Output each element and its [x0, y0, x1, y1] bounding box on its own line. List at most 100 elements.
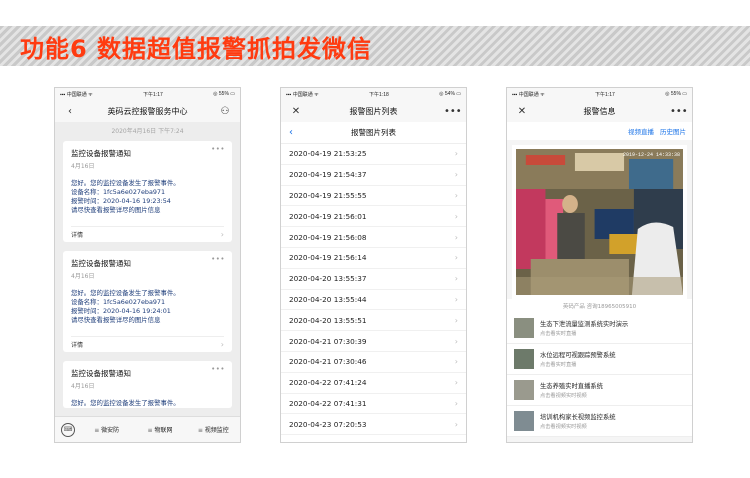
alarm-time: 2020-04-19 21:54:37	[289, 170, 367, 180]
alarm-time: 2020-04-20 13:55:37	[289, 274, 367, 284]
keyboard-icon[interactable]: ⌨	[61, 422, 75, 437]
list-item[interactable]: 2020-04-20 13:55:51 ›	[281, 310, 466, 332]
list-item[interactable]: 2020-04-19 21:53:25 ›	[281, 144, 466, 165]
alarm-time: 2020-04-19 21:53:25	[289, 149, 367, 159]
card-line: 您好。您的监控设备发生了报警事件。	[71, 289, 180, 297]
card-line: 设备名称：1fc5a6e027eba971	[71, 298, 166, 306]
card-title: 监控设备报警通知	[71, 259, 131, 268]
card-line: 您好。您的监控设备发生了报警事件。	[71, 179, 180, 187]
tab-item[interactable]: 视频监控	[187, 425, 240, 434]
card-line: 报警时间：2020-04-16 19:24:01	[71, 307, 171, 315]
alarm-time: 2020-04-21 07:30:39	[289, 336, 367, 346]
nav-bar: ✕ 报警图片列表 •••	[281, 100, 466, 122]
list-item[interactable]: 2020-04-19 21:56:08 ›	[281, 227, 466, 248]
nav-bar: ‹ 英码云控报警服务中心 ⚇	[55, 100, 240, 122]
card-line: 您好。您的监控设备发生了报警事件。	[71, 399, 180, 407]
system-thumbnail	[514, 318, 534, 338]
chevron-right-icon: ›	[454, 170, 458, 180]
system-list-item[interactable]: 生态养殖实时直播系统 点击看视频实时视频	[507, 375, 692, 406]
more-icon[interactable]: •••	[211, 255, 225, 263]
system-list-item[interactable]: 水位远程可视跟踪预警系统 点击看实时直播	[507, 344, 692, 375]
list-title: 报警图片列表	[351, 128, 396, 137]
live-video-link[interactable]: 视频直播	[628, 126, 654, 136]
chevron-right-icon: ›	[454, 336, 458, 346]
sub-header: ‹ 报警图片列表	[281, 122, 466, 144]
chevron-right-icon: ›	[454, 378, 458, 388]
more-icon[interactable]: •••	[211, 145, 225, 153]
alarm-photo[interactable]: 2019-12-24 14:33:38	[516, 149, 683, 295]
card-date: 4月16日	[71, 383, 95, 390]
list-item[interactable]: 2020-04-22 07:41:24 ›	[281, 373, 466, 394]
alarm-time: 2020-04-22 07:41:31	[289, 398, 367, 408]
carrier-text: ▪▪▪ 中国联通 ᯤ	[60, 91, 93, 98]
chevron-right-icon: ›	[220, 230, 224, 239]
chevron-right-icon: ›	[454, 190, 458, 200]
alarm-time: 2020-04-19 21:55:55	[289, 190, 367, 200]
alarm-time: 2020-04-19 21:56:08	[289, 232, 367, 242]
history-pictures-link[interactable]: 历史图片	[660, 126, 686, 136]
alarm-time: 2020-04-21 07:30:46	[289, 357, 367, 367]
message-card[interactable]: 监控设备报警通知 ••• 4月16日您好。您的监控设备发生了报警事件。	[63, 361, 232, 408]
user-icon[interactable]: ⚇	[218, 106, 232, 117]
photo-caption: 英码产品 咨询18965005910	[507, 299, 692, 313]
details-link[interactable]: 详情 ›	[71, 336, 224, 352]
photo-timestamp: 2019-12-24 14:33:38	[622, 152, 680, 158]
action-links: 视频直播 历史图片	[507, 122, 692, 140]
card-line: 报警时间：2020-04-16 19:23:54	[71, 197, 171, 205]
card-line: 请尽快查看报警详尽的图片信息	[71, 206, 161, 214]
phone-wechat-messages: ▪▪▪ 中国联通 ᯤ 下午1:17 ◎ 55% ▭ ‹ 英码云控报警服务中心 ⚇…	[54, 87, 241, 443]
status-bar: ▪▪▪ 中国联通 ᯤ 下午1:17 ◎ 55% ▭	[55, 88, 240, 100]
chevron-right-icon: ›	[454, 398, 458, 408]
list-item[interactable]: 2020-04-23 07:20:53 ›	[281, 414, 466, 436]
status-time: 下午1:18	[369, 91, 389, 98]
alarm-time: 2020-04-20 13:55:44	[289, 294, 367, 304]
details-link[interactable]: 详情 ›	[71, 226, 224, 242]
list-item[interactable]: 2020-04-19 21:55:55 ›	[281, 186, 466, 207]
list-item[interactable]: 2020-04-24 07:33:15 ›	[281, 435, 466, 442]
alarm-photo-frame: 2019-12-24 14:33:38	[512, 145, 687, 299]
alarm-time: 2020-04-19 21:56:14	[289, 253, 367, 263]
tab-item[interactable]: 物联网	[133, 425, 186, 434]
system-subtitle: 点击看实时直播	[540, 362, 577, 368]
status-time: 下午1:17	[143, 91, 163, 98]
more-icon[interactable]: •••	[444, 106, 462, 117]
list-item[interactable]: 2020-04-19 21:54:37 ›	[281, 165, 466, 186]
nav-title: 报警信息	[583, 106, 616, 116]
close-icon[interactable]: ✕	[515, 106, 529, 117]
list-item[interactable]: 2020-04-20 13:55:44 ›	[281, 290, 466, 311]
nav-title: 英码云控报警服务中心	[107, 106, 188, 116]
system-name: 培训机构家长视频监控系统	[540, 414, 616, 421]
list-item[interactable]: 2020-04-21 07:30:39 ›	[281, 331, 466, 352]
details-label: 详情	[71, 232, 84, 239]
system-thumbnail	[514, 380, 534, 400]
system-list-item[interactable]: 生态下泄流量监测系统实时演示 点击看实时直播	[507, 313, 692, 344]
more-icon[interactable]: •••	[670, 106, 688, 117]
card-title: 监控设备报警通知	[71, 369, 131, 378]
back-icon[interactable]: ‹	[289, 127, 309, 138]
chevron-right-icon: ›	[454, 294, 458, 304]
list-item[interactable]: 2020-04-19 21:56:14 ›	[281, 248, 466, 269]
message-card[interactable]: 监控设备报警通知 ••• 4月16日您好。您的监控设备发生了报警事件。 设备名称：1f…	[63, 251, 232, 352]
message-card[interactable]: 监控设备报警通知 ••• 4月16日 您好。您的监控设备发生了报警事件。 设备名称：1f…	[63, 141, 232, 242]
chevron-right-icon: ›	[455, 441, 458, 442]
list-item[interactable]: 2020-04-22 07:41:31 ›	[281, 394, 466, 415]
back-icon[interactable]: ‹	[63, 106, 77, 117]
close-icon[interactable]: ✕	[289, 106, 303, 117]
tab-item[interactable]: 微安防	[80, 425, 133, 434]
system-subtitle: 点击看视频实时视频	[540, 424, 587, 430]
more-icon[interactable]: •••	[211, 365, 225, 373]
list-item[interactable]: 2020-04-20 13:55:37 ›	[281, 269, 466, 290]
carrier-text: ▪▪▪ 中国联通 ᯤ	[286, 91, 319, 98]
nav-bar: ✕ 报警信息 •••	[507, 100, 692, 122]
list-item[interactable]: 2020-04-21 07:30:46 ›	[281, 352, 466, 373]
list-item[interactable]: 2020-04-19 21:56:01 ›	[281, 206, 466, 228]
chevron-right-icon: ›	[454, 315, 458, 325]
card-date: 4月16日	[71, 273, 95, 280]
system-name: 水位远程可视跟踪预警系统	[540, 352, 616, 359]
nav-title: 报警图片列表	[349, 106, 398, 116]
card-date: 4月16日	[71, 163, 95, 170]
chevron-right-icon: ›	[454, 274, 458, 284]
system-list-item[interactable]: 培训机构家长视频监控系统 点击看视频实时视频	[507, 406, 692, 437]
card-line: 设备名称：1fc5a6e027eba971	[71, 188, 166, 196]
battery-text: ◎ 55% ▭	[213, 91, 235, 97]
